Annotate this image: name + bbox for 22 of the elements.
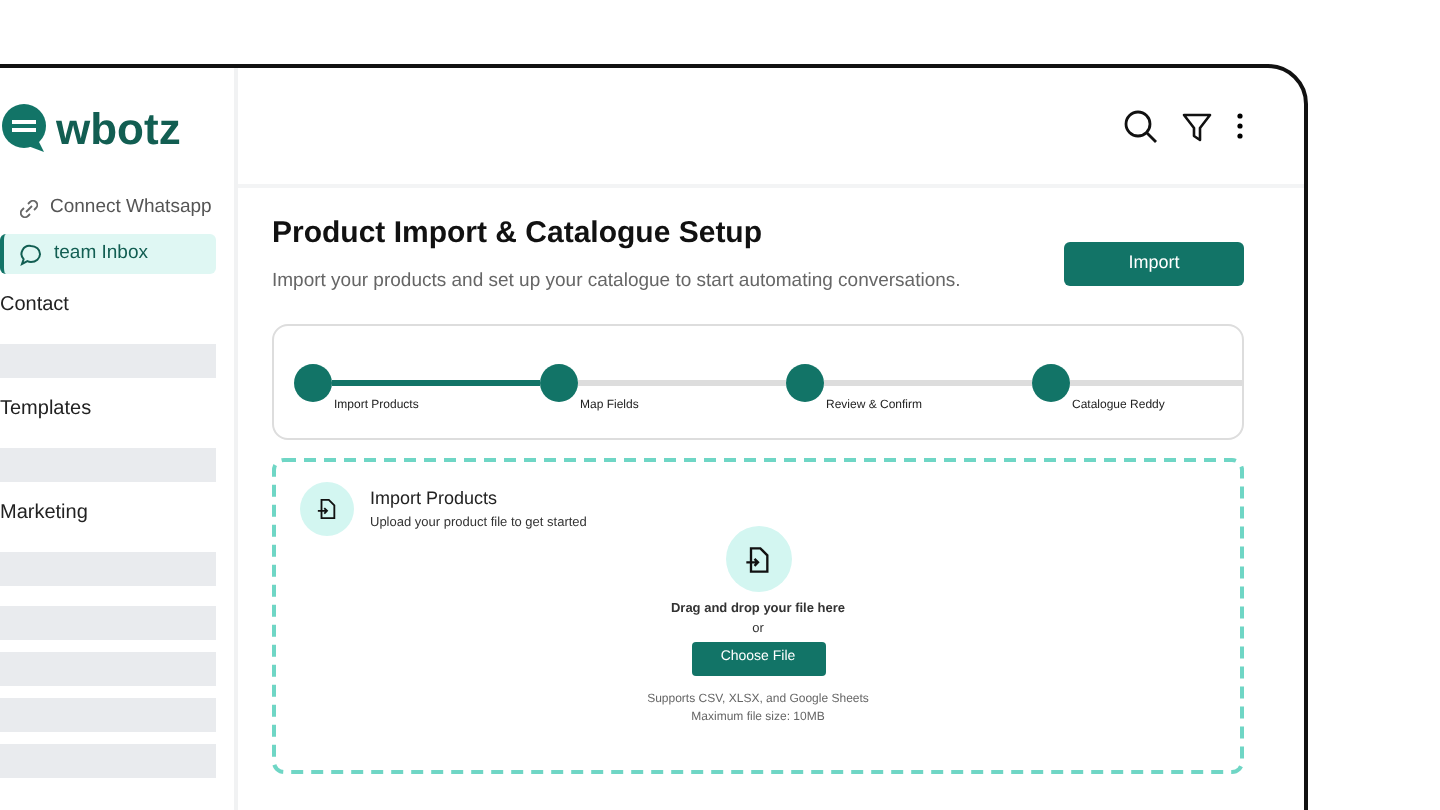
section-label: Templates xyxy=(0,396,94,424)
sidebar-item[interactable]: team Inbox xyxy=(0,234,216,274)
file-import-icon xyxy=(744,545,772,574)
search-icon[interactable] xyxy=(1124,109,1158,143)
filter-icon[interactable] xyxy=(1182,111,1212,141)
upload-title: Import Products xyxy=(370,486,500,513)
page-title: Product Import & Catalogue Setup xyxy=(272,216,765,252)
link-icon xyxy=(20,199,38,217)
more-icon[interactable] xyxy=(1236,112,1244,140)
logo-text: wbotz xyxy=(56,101,181,157)
import-button[interactable]: Import xyxy=(1064,242,1244,286)
section-label: Contact xyxy=(0,292,71,320)
chat-icon xyxy=(20,243,42,265)
page-subtitle: Import your products and set up your catalogue to start automating conversations. xyxy=(272,268,961,296)
step-marker xyxy=(1032,364,1070,403)
logo-icon xyxy=(0,102,52,154)
section-label: Marketing xyxy=(0,500,90,528)
step-marker xyxy=(540,364,578,403)
file-import-icon xyxy=(316,498,338,521)
step-marker xyxy=(786,364,824,403)
step-marker xyxy=(294,364,332,403)
sidebar-item[interactable]: Connect Whatsapp xyxy=(0,188,216,228)
